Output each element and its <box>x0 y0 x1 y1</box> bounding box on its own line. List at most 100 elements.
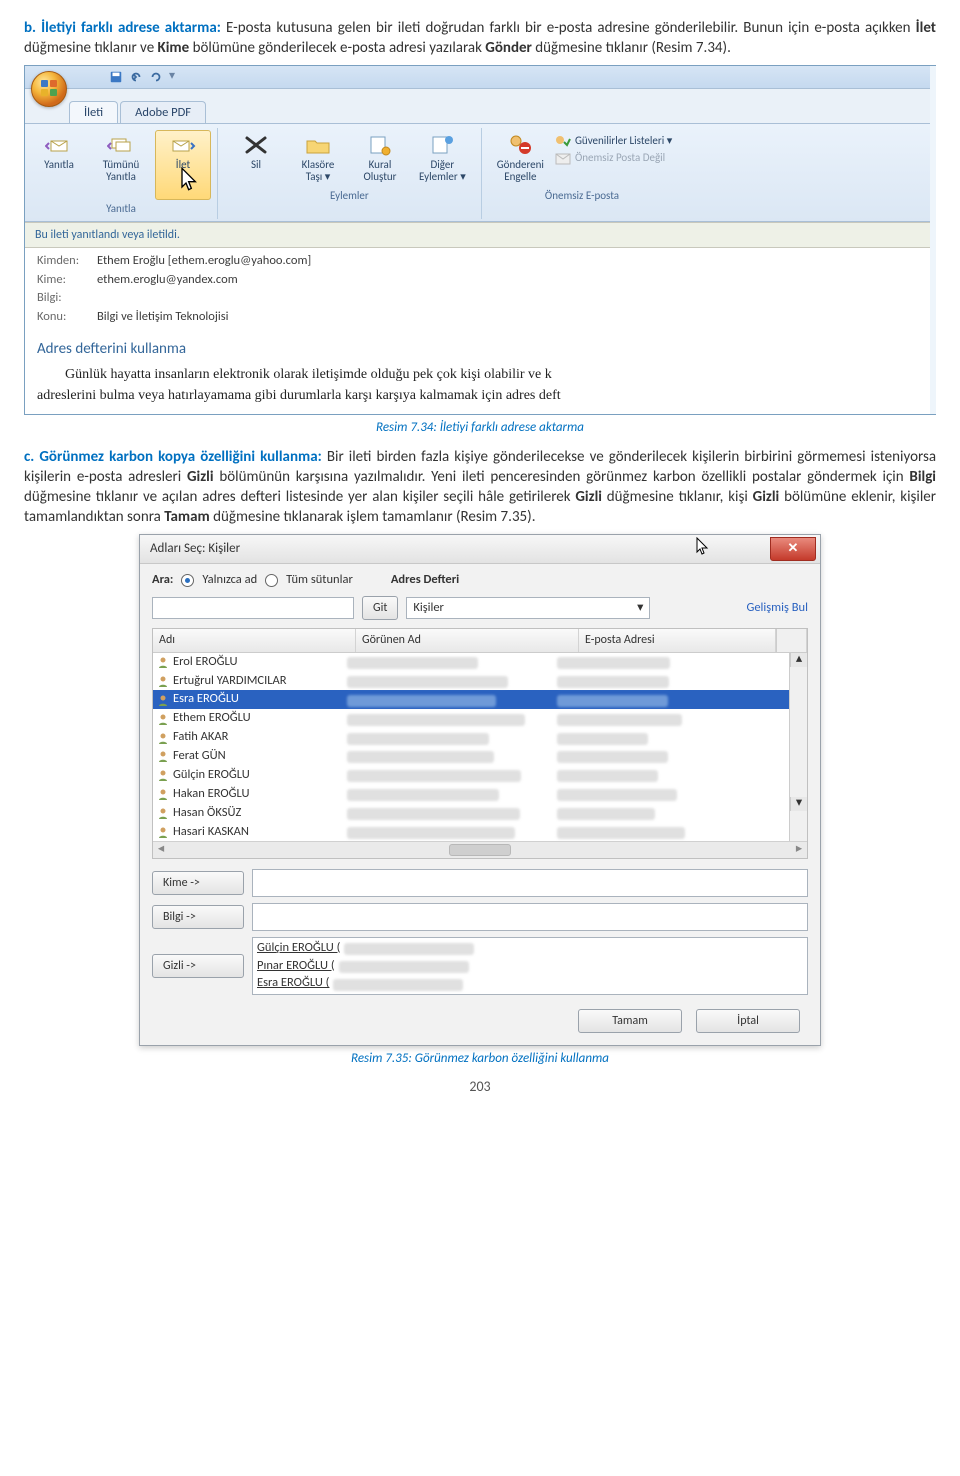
person-icon <box>157 713 169 725</box>
dialog-title: Adları Seç: Kişiler <box>150 540 240 558</box>
pb-t2: düğmesine tıklanır ve <box>24 39 158 57</box>
pc-t2: bölümünün karşısına yazılmalıdır. Yeni i… <box>219 468 909 486</box>
safe-lists-label: Güvenilirler Listeleri ▾ <box>575 134 672 149</box>
heading-b: b. İletiyi farklı adrese aktarma: <box>24 19 221 37</box>
person-icon <box>157 656 169 668</box>
ok-button[interactable]: Tamam <box>578 1009 682 1033</box>
bcc-button[interactable]: Gizli -> <box>152 954 244 978</box>
dialog-footer: Tamam İptal <box>140 1003 820 1045</box>
tab-adobe[interactable]: Adobe PDF <box>120 101 206 124</box>
search-input[interactable] <box>152 597 354 619</box>
other-actions-button[interactable]: Diğer Eylemler ▾ <box>414 130 471 186</box>
body-line-2: adreslerini bulma veya hatırlayamama gib… <box>37 386 923 406</box>
office-button[interactable] <box>31 71 67 107</box>
body-title: Adres defterini kullanma <box>37 339 923 359</box>
group-onemsiz-label: Önemsiz E-posta <box>545 189 619 204</box>
cc-box[interactable] <box>252 903 808 931</box>
kw-bilgi: Bilgi <box>909 468 936 486</box>
list-item[interactable]: Ethem EROĞLU <box>153 709 789 728</box>
create-rule-button[interactable]: Kural Oluştur <box>352 130 408 186</box>
pc-t4: düğmesine tıklanır, kişi <box>607 488 753 506</box>
search-row2: Git Kişiler▾ Gelişmiş Bul <box>140 592 820 624</box>
bcc-box[interactable]: Gülçin EROĞLU (Pınar EROĞLU (Esra EROĞLU… <box>252 937 808 996</box>
tab-ileti[interactable]: İleti <box>69 101 118 124</box>
person-icon <box>157 826 169 838</box>
radio-all-cols[interactable] <box>265 574 278 587</box>
list-item[interactable]: Hasan ÖKSÜZ <box>153 804 789 823</box>
to-box[interactable] <box>252 869 808 897</box>
list-item[interactable]: Gülçin EROĞLU <box>153 766 789 785</box>
msg-info: Bu ileti yanıtlandı veya iletildi. <box>25 222 935 248</box>
redo-icon[interactable] <box>149 70 163 84</box>
scroll-thumb[interactable] <box>449 844 511 856</box>
vertical-scrollbar[interactable]: ▴▾ <box>789 653 807 841</box>
block-sender-button[interactable]: Göndereni Engelle <box>492 130 549 186</box>
person-icon <box>157 807 169 819</box>
reply-label: Yanıtla <box>44 159 74 171</box>
pb-t1: E-posta kutusuna gelen bir ileti doğruda… <box>226 19 916 37</box>
list-item[interactable]: Esra EROĞLU <box>153 690 789 709</box>
advanced-find-link[interactable]: Gelişmiş Bul <box>746 600 808 617</box>
to-button[interactable]: Kime -> <box>152 871 244 895</box>
go-button[interactable]: Git <box>362 596 398 620</box>
delete-button[interactable]: Sil <box>228 130 284 186</box>
from-label: Kimden: <box>37 253 97 270</box>
horizontal-scrollbar[interactable]: ◂ ▸ <box>153 841 807 858</box>
list-item[interactable]: Ertuğrul YARDIMCILAR <box>153 672 789 691</box>
not-junk-button[interactable]: Önemsiz Posta Değil <box>555 151 672 166</box>
cc-label: Bilgi: <box>37 290 97 307</box>
radio-name-only[interactable] <box>181 574 194 587</box>
block-sender-label: Göndereni Engelle <box>497 159 544 183</box>
person-icon <box>157 675 169 687</box>
undo-icon[interactable] <box>129 70 143 84</box>
list-item[interactable]: Ferat GÜN <box>153 747 789 766</box>
cancel-button[interactable]: İptal <box>696 1009 800 1033</box>
recipients-area: Kime -> Bilgi -> Gizli -> Gülçin EROĞLU … <box>140 863 820 1004</box>
reply-button[interactable]: Yanıtla <box>31 130 87 199</box>
forward-button[interactable]: İlet <box>155 130 211 199</box>
bcc-recipient: Esra EROĞLU ( <box>257 975 803 992</box>
kw-kime: Kime <box>158 39 190 57</box>
group-onemsiz: Göndereni Engelle Güvenilirler Listeleri… <box>482 128 683 218</box>
list-item[interactable]: Hasari KASKAN <box>153 823 789 841</box>
from-value: Ethem Eroğlu [ethem.eroglu@yahoo.com] <box>97 253 311 270</box>
list-item[interactable]: Fatih AKAR <box>153 728 789 747</box>
titlebar: ▾ <box>25 66 935 89</box>
message-body: Adres defterini kullanma Günlük hayatta … <box>25 333 935 414</box>
to-value: ethem.eroglu@yandex.com <box>97 272 238 289</box>
person-icon <box>157 769 169 781</box>
safe-lists-button[interactable]: Güvenilirler Listeleri ▾ <box>555 134 672 149</box>
list-item[interactable]: Erol EROĞLU <box>153 653 789 672</box>
move-folder-button[interactable]: Klasöre Taşı ▾ <box>290 130 346 186</box>
kw-ilet: İlet <box>916 19 936 37</box>
list-item[interactable]: Hakan EROĞLU <box>153 785 789 804</box>
pc-t6: düğmesine tıklanarak işlem tamamlanır (R… <box>213 508 535 526</box>
group-eylemler: Sil Klasöre Taşı ▾ Kural Oluştur Diğer E… <box>218 128 482 218</box>
cc-button[interactable]: Bilgi -> <box>152 905 244 929</box>
outlook-screenshot: ▾ İleti Adobe PDF Yanıtla Tümünü Yanıtla… <box>24 65 936 416</box>
ribbon: Yanıtla Tümünü Yanıtla İlet Yanıtla <box>25 123 935 221</box>
group-yanitla-label: Yanıtla <box>106 202 136 217</box>
defter-label: Adres Defteri <box>391 572 459 589</box>
book-select[interactable]: Kişiler▾ <box>406 597 650 619</box>
cursor-icon <box>176 167 204 196</box>
pc-t3: düğmesine tıklanır ve açılan adres defte… <box>24 488 575 506</box>
not-junk-label: Önemsiz Posta Değil <box>575 151 665 166</box>
col-name[interactable]: Adı <box>153 629 356 651</box>
other-actions-label: Diğer Eylemler ▾ <box>419 159 466 183</box>
pb-t4: düğmesine tıklanır (Resim 7.34). <box>535 39 731 57</box>
close-button[interactable]: ✕ <box>770 537 816 561</box>
paragraph-b: b. İletiyi farklı adrese aktarma: E-post… <box>24 18 936 59</box>
body-line-1: Günlük hayatta insanların elektronik ola… <box>37 365 923 385</box>
ara-label: Ara: <box>152 572 173 589</box>
col-email[interactable]: E-posta Adresi <box>579 629 776 651</box>
reply-all-button[interactable]: Tümünü Yanıtla <box>93 130 149 199</box>
col-display[interactable]: Görünen Ad <box>356 629 579 651</box>
safe-lists-icon <box>555 135 571 149</box>
list-body[interactable]: Erol EROĞLUErtuğrul YARDIMCILAREsra EROĞ… <box>153 653 807 841</box>
scroll-col-head <box>776 629 807 651</box>
radio-all-cols-label: Tüm sütunlar <box>286 572 353 589</box>
radio-name-only-label: Yalnızca ad <box>202 572 257 589</box>
paragraph-c: c. Görünmez karbon kopya özelliğini kull… <box>24 447 936 528</box>
save-icon[interactable] <box>109 70 123 84</box>
